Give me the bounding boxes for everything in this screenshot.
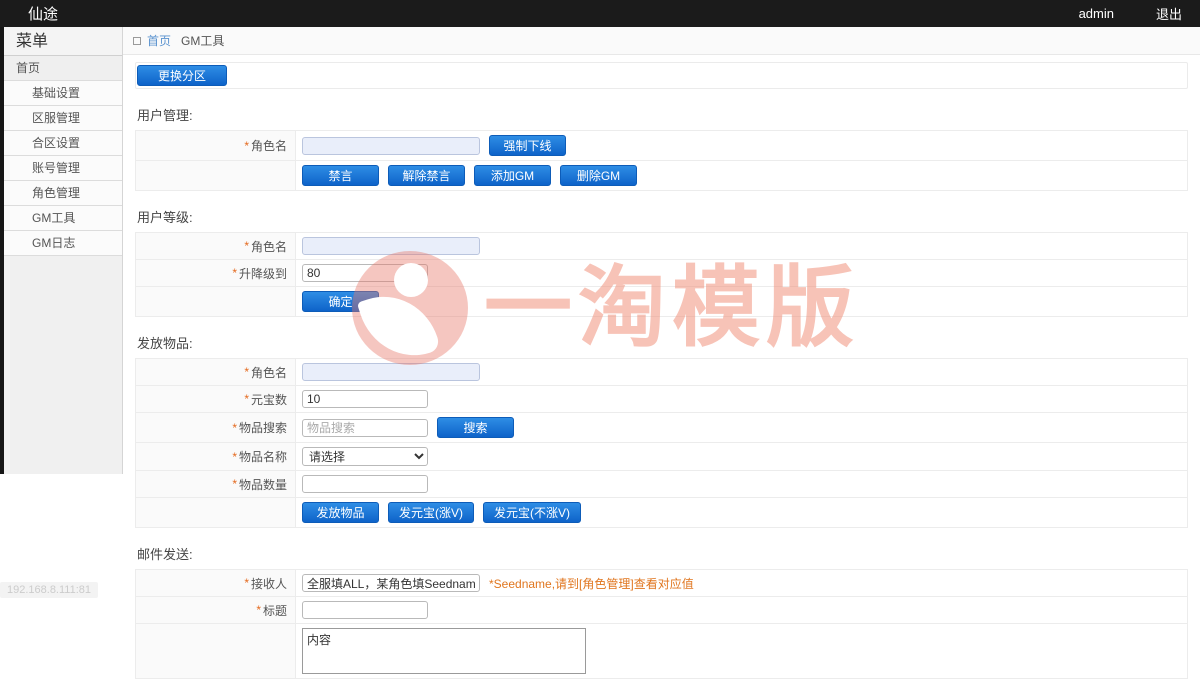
- table-row: * 物品名称 请选择: [136, 443, 1187, 471]
- breadcrumb-home-link[interactable]: 首页: [147, 32, 171, 49]
- receiver-input[interactable]: [302, 574, 480, 592]
- breadcrumb-current: GM工具: [181, 32, 224, 49]
- sidebar-item-home[interactable]: 首页: [4, 56, 122, 81]
- logout-button[interactable]: 退出: [1156, 4, 1182, 23]
- sidebar-item-gm-logs[interactable]: GM日志: [4, 231, 122, 256]
- change-zone-button[interactable]: 更换分区: [137, 65, 227, 86]
- breadcrumb: 首页 GM工具: [123, 27, 1200, 55]
- sidebar-title: 菜单: [4, 27, 122, 56]
- section-title-user-mgmt: 用户管理:: [137, 105, 1188, 124]
- section-title-give-items: 发放物品:: [137, 333, 1188, 352]
- required-mark: *: [244, 139, 249, 153]
- item-search-input[interactable]: [302, 419, 428, 437]
- main-content: 更换分区 用户管理: * 角色名 强制下线 禁言 解除禁言 添加GM 删除GM …: [123, 55, 1200, 601]
- table-row: * 升降级到: [136, 260, 1187, 287]
- confirm-button[interactable]: 确定: [302, 291, 379, 312]
- table-row: * 角色名: [136, 359, 1187, 386]
- search-button[interactable]: 搜索: [437, 417, 514, 438]
- role-name-label: * 角色名: [136, 359, 296, 385]
- table-row: 内容: [136, 624, 1187, 679]
- level-value-input[interactable]: [302, 264, 428, 282]
- user-mgmt-role-input[interactable]: [302, 137, 480, 155]
- receiver-note: *Seedname,请到[角色管理]查看对应值: [489, 575, 694, 592]
- give-yuanbao-novip-button[interactable]: 发元宝(不涨V): [483, 502, 581, 523]
- item-name-select[interactable]: 请选择: [302, 447, 428, 466]
- section-title-mail: 邮件发送:: [137, 544, 1188, 563]
- role-name-label: * 角色名: [136, 233, 296, 259]
- section-title-user-level: 用户等级:: [137, 207, 1188, 226]
- item-count-input[interactable]: [302, 475, 428, 493]
- sidebar-item-account-mgmt[interactable]: 账号管理: [4, 156, 122, 181]
- table-row: 禁言 解除禁言 添加GM 删除GM: [136, 161, 1187, 191]
- table-row: 发放物品 发元宝(涨V) 发元宝(不涨V): [136, 498, 1187, 528]
- role-name-label: * 角色名: [136, 131, 296, 160]
- current-user[interactable]: admin: [1079, 6, 1114, 21]
- status-url: 192.168.8.111:81: [0, 582, 98, 598]
- subject-input[interactable]: [302, 601, 428, 619]
- add-gm-button[interactable]: 添加GM: [474, 165, 551, 186]
- table-row: * 接收人 *Seedname,请到[角色管理]查看对应值: [136, 570, 1187, 597]
- yuanbao-count-input[interactable]: [302, 390, 428, 408]
- table-row: * 角色名 强制下线: [136, 131, 1187, 161]
- user-mgmt-table: * 角色名 强制下线 禁言 解除禁言 添加GM 删除GM: [135, 130, 1188, 191]
- table-row: * 角色名: [136, 233, 1187, 260]
- table-row: * 标题: [136, 597, 1187, 624]
- zone-toolbar-row: 更换分区: [135, 62, 1188, 89]
- give-items-table: * 角色名 * 元宝数 * 物品搜索 搜索: [135, 358, 1188, 528]
- give-items-role-input[interactable]: [302, 363, 480, 381]
- delete-gm-button[interactable]: 删除GM: [560, 165, 637, 186]
- table-row: * 物品数量: [136, 471, 1187, 498]
- sidebar-item-role-mgmt[interactable]: 角色管理: [4, 181, 122, 206]
- table-row: * 元宝数: [136, 386, 1187, 413]
- item-name-label: * 物品名称: [136, 443, 296, 470]
- breadcrumb-square-icon: [133, 37, 141, 45]
- force-offline-button[interactable]: 强制下线: [489, 135, 566, 156]
- level-to-label: * 升降级到: [136, 260, 296, 286]
- sidebar: 菜单 首页 基础设置 区服管理 合区设置 账号管理 角色管理 GM工具 GM日志: [4, 27, 123, 474]
- mail-content-textarea[interactable]: 内容: [302, 628, 586, 674]
- mail-table: * 接收人 *Seedname,请到[角色管理]查看对应值 * 标题 内容: [135, 569, 1188, 679]
- user-level-role-input[interactable]: [302, 237, 480, 255]
- unban-button[interactable]: 解除禁言: [388, 165, 465, 186]
- sidebar-item-merge-settings[interactable]: 合区设置: [4, 131, 122, 156]
- give-item-button[interactable]: 发放物品: [302, 502, 379, 523]
- receiver-label: * 接收人: [136, 570, 296, 596]
- ban-button[interactable]: 禁言: [302, 165, 379, 186]
- top-bar: 仙途 admin 退出: [0, 0, 1200, 27]
- user-level-table: * 角色名 * 升降级到 确定: [135, 232, 1188, 317]
- sidebar-item-basic-settings[interactable]: 基础设置: [4, 81, 122, 106]
- yuanbao-count-label: * 元宝数: [136, 386, 296, 412]
- sidebar-item-server-mgmt[interactable]: 区服管理: [4, 106, 122, 131]
- table-row: * 物品搜索 搜索: [136, 413, 1187, 443]
- give-yuanbao-vip-button[interactable]: 发元宝(涨V): [388, 502, 474, 523]
- app-brand: 仙途: [28, 3, 58, 24]
- table-row: 确定: [136, 287, 1187, 317]
- sidebar-item-gm-tools[interactable]: GM工具: [4, 206, 122, 231]
- item-count-label: * 物品数量: [136, 471, 296, 497]
- item-search-label: * 物品搜索: [136, 413, 296, 442]
